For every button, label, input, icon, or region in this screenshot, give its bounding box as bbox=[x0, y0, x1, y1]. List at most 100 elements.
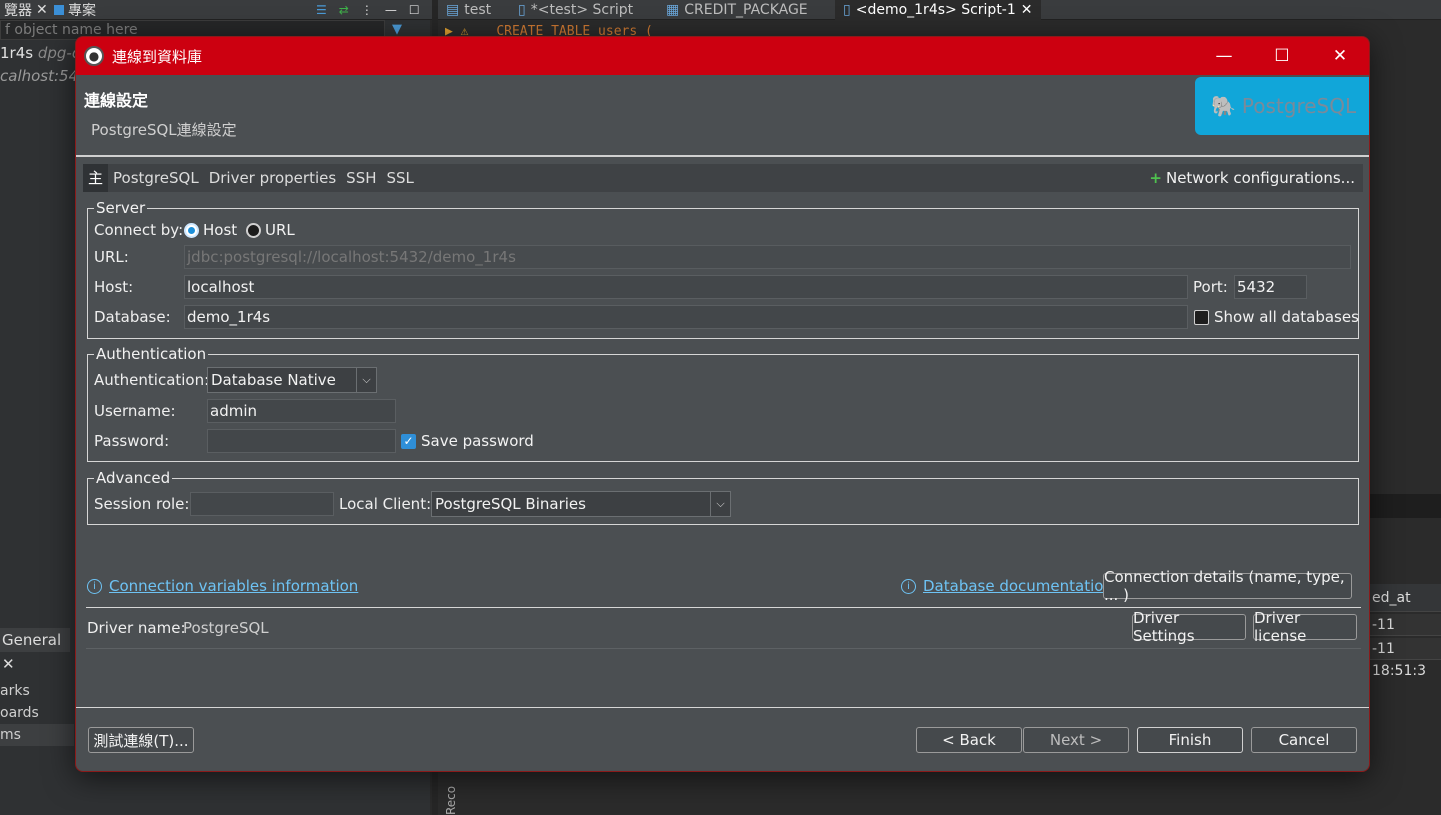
maximize-button[interactable]: ☐ bbox=[1253, 37, 1311, 75]
navigator-tab[interactable]: 覽器 ✕ bbox=[0, 0, 52, 20]
connect-by-url-radio[interactable]: URL bbox=[246, 221, 295, 239]
driver-license-button[interactable]: Driver license bbox=[1253, 609, 1357, 645]
general-list: arks oards ms bbox=[0, 680, 74, 746]
editor-tab-script[interactable]: ▯ *<test> Script bbox=[510, 0, 641, 20]
tab-driver-properties[interactable]: Driver properties bbox=[204, 164, 341, 192]
test-connection-button[interactable]: 測試連線(T)... bbox=[88, 727, 194, 753]
host-label: Host: bbox=[94, 278, 134, 296]
tree-item-connection[interactable]: 1r4s dpg-c bbox=[0, 44, 80, 62]
finish-button[interactable]: Finish bbox=[1137, 727, 1243, 753]
url-field[interactable]: jdbc:postgresql://localhost:5432/demo_1r… bbox=[184, 245, 1351, 269]
tab-ssl[interactable]: SSL bbox=[382, 164, 419, 192]
show-all-databases-checkbox[interactable]: Show all databases bbox=[1194, 308, 1359, 326]
elephant-icon: 🐘 bbox=[1211, 94, 1236, 118]
minimize-icon[interactable]: — bbox=[385, 3, 397, 17]
password-field[interactable] bbox=[207, 429, 396, 453]
host-field[interactable]: localhost bbox=[184, 275, 1188, 299]
chevron-down-icon: ⌵ bbox=[710, 492, 730, 516]
editor-tab-credit-package[interactable]: ▦ CREDIT_PACKAGE bbox=[658, 0, 816, 20]
close-icon[interactable]: ✕ bbox=[36, 2, 48, 18]
page-title: 連線設定 bbox=[84, 91, 149, 110]
divider bbox=[86, 607, 1361, 608]
checkbox-icon bbox=[1194, 309, 1209, 325]
username-label: Username: bbox=[94, 402, 176, 420]
divider bbox=[86, 648, 1361, 649]
database-field[interactable]: demo_1r4s bbox=[184, 305, 1188, 329]
connect-database-dialog: ● 連線到資料庫 — ☐ ✕ 連線設定 PostgreSQL連線設定 🐘 Pos… bbox=[75, 36, 1370, 772]
plus-icon: + bbox=[1149, 169, 1162, 187]
editor-tab-label: <demo_1r4s> Script-1 bbox=[855, 2, 1016, 18]
checkmark-icon: ✓ bbox=[401, 433, 416, 449]
authentication-label: Authentication: bbox=[94, 371, 210, 389]
username-field[interactable]: admin bbox=[207, 399, 396, 423]
select-value: Database Native bbox=[211, 371, 336, 389]
cancel-button[interactable]: Cancel bbox=[1251, 727, 1357, 753]
password-label: Password: bbox=[94, 432, 170, 450]
dialog-titlebar[interactable]: ● 連線到資料庫 bbox=[76, 37, 1369, 75]
filter-icon[interactable]: ▼ bbox=[392, 22, 402, 37]
minimize-button[interactable]: — bbox=[1195, 37, 1253, 75]
link-icon[interactable]: ⇄ bbox=[339, 3, 349, 17]
radio-icon bbox=[246, 222, 261, 238]
list-item[interactable]: arks bbox=[0, 680, 74, 702]
projects-tab[interactable]: 專案 bbox=[50, 0, 100, 20]
divider bbox=[76, 707, 1369, 708]
chevron-down-icon: ⌵ bbox=[356, 368, 376, 392]
driver-settings-button[interactable]: Driver Settings bbox=[1132, 609, 1246, 645]
records-label[interactable]: Reco bbox=[444, 771, 460, 815]
server-legend: Server bbox=[96, 199, 146, 217]
port-field[interactable]: 5432 bbox=[1234, 275, 1307, 299]
close-button[interactable]: ✕ bbox=[1311, 37, 1369, 75]
script-icon: ▯ bbox=[518, 2, 526, 18]
editor-tab-label: test bbox=[464, 2, 492, 18]
maximize-icon[interactable]: ☐ bbox=[409, 3, 420, 17]
editor-tab-demo-script[interactable]: ▯ <demo_1r4s> Script-1 ✕ bbox=[835, 0, 1041, 20]
database-documentation-link[interactable]: Database documentation bbox=[923, 577, 1113, 595]
authentication-select[interactable]: Database Native ⌵ bbox=[207, 367, 377, 393]
list-item[interactable]: ms bbox=[0, 724, 74, 746]
project-icon bbox=[54, 5, 64, 15]
collapse-icon[interactable]: ☰ bbox=[316, 3, 327, 17]
tab-postgresql[interactable]: PostgreSQL bbox=[108, 164, 204, 192]
connect-by-host-radio[interactable]: Host bbox=[184, 221, 237, 239]
tree-item-name: 1r4s bbox=[0, 44, 34, 62]
info-icon: i bbox=[87, 579, 102, 594]
close-icon[interactable]: ✕ bbox=[1021, 2, 1033, 18]
port-label: Port: bbox=[1193, 278, 1228, 296]
local-client-select[interactable]: PostgreSQL Binaries ⌵ bbox=[431, 491, 731, 517]
editor-tab-label: CREDIT_PACKAGE bbox=[684, 2, 808, 18]
radio-label: Host bbox=[203, 221, 238, 239]
dialog-header: 連線設定 PostgreSQL連線設定 🐘 PostgreSQL bbox=[76, 75, 1369, 157]
general-tab-label: General bbox=[2, 631, 62, 649]
general-tab[interactable]: General ✕ bbox=[0, 628, 70, 673]
tab-main[interactable]: 主 bbox=[83, 164, 109, 192]
menu-icon[interactable]: ⋮ bbox=[361, 3, 373, 17]
toolbar-icons[interactable]: ☰ ⇄ ⋮ — ☐ bbox=[312, 0, 430, 20]
next-button[interactable]: Next > bbox=[1023, 727, 1129, 753]
connection-variables-link[interactable]: Connection variables information bbox=[109, 577, 358, 595]
connection-details-button[interactable]: Connection details (name, type, ... ) bbox=[1103, 568, 1352, 604]
close-icon[interactable]: ✕ bbox=[2, 655, 15, 673]
database-icon: ▤ bbox=[446, 2, 460, 18]
column-header[interactable]: ed_at bbox=[1370, 584, 1441, 612]
results-toolbar bbox=[1370, 494, 1441, 518]
tab-ssh[interactable]: SSH bbox=[341, 164, 381, 192]
session-role-field[interactable] bbox=[190, 492, 334, 516]
navigator-tab-label: 覽器 bbox=[4, 3, 32, 19]
info-icon: i bbox=[901, 579, 916, 594]
network-configurations-button[interactable]: + Network configurations... bbox=[1149, 164, 1355, 192]
select-value: PostgreSQL Binaries bbox=[435, 495, 586, 513]
table-row[interactable]: -11 18:51:3 bbox=[1370, 638, 1441, 679]
editor-tab-test[interactable]: ▤ test bbox=[438, 0, 499, 20]
list-item[interactable]: oards bbox=[0, 702, 74, 724]
table-row[interactable]: -11 18:41:2 bbox=[1370, 614, 1441, 655]
network-configurations-label: Network configurations... bbox=[1165, 169, 1355, 187]
settings-tabs: 主 PostgreSQL Driver properties SSH SSL +… bbox=[83, 164, 1363, 192]
back-button[interactable]: < Back bbox=[916, 727, 1022, 753]
results-grid-lower bbox=[440, 771, 1441, 815]
script-icon: ▯ bbox=[843, 2, 851, 18]
save-password-checkbox[interactable]: ✓ Save password bbox=[401, 432, 534, 450]
radio-icon bbox=[184, 222, 199, 238]
editor-tab-label: *<test> Script bbox=[530, 2, 634, 18]
logo-text: PostgreSQL bbox=[1241, 94, 1357, 118]
